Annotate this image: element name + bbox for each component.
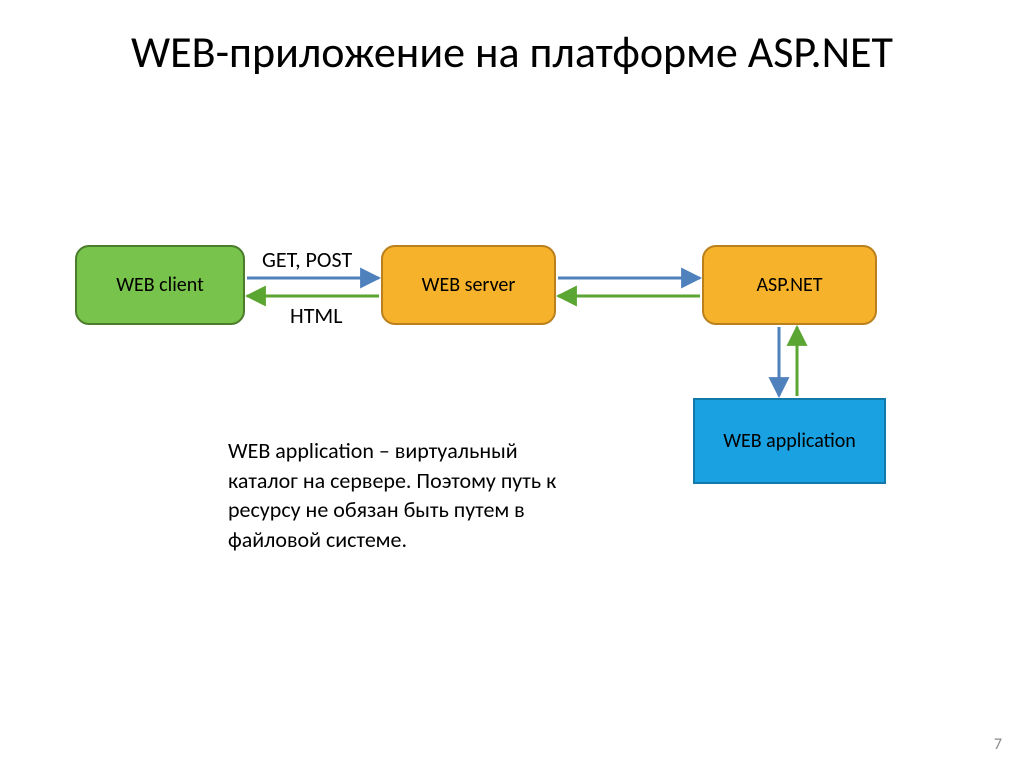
node-web-server-label: WEB server — [422, 273, 516, 297]
label-get-post: GET, POST — [262, 246, 352, 273]
label-html: HTML — [290, 302, 343, 329]
arrows-layer — [0, 0, 1024, 768]
node-web-client-label: WEB client — [116, 273, 204, 297]
node-aspnet: ASP.NET — [702, 245, 877, 325]
page-number: 7 — [994, 735, 1002, 754]
body-text: WEB application – виртуальный каталог на… — [228, 436, 578, 555]
node-web-server: WEB server — [381, 245, 556, 325]
node-web-application: WEB application — [693, 398, 886, 484]
node-aspnet-label: ASP.NET — [756, 273, 822, 297]
slide-title: WEB-приложение на платформе ASP.NET — [0, 26, 1024, 79]
node-web-client: WEB client — [75, 245, 245, 325]
node-web-application-label: WEB application — [723, 429, 856, 453]
